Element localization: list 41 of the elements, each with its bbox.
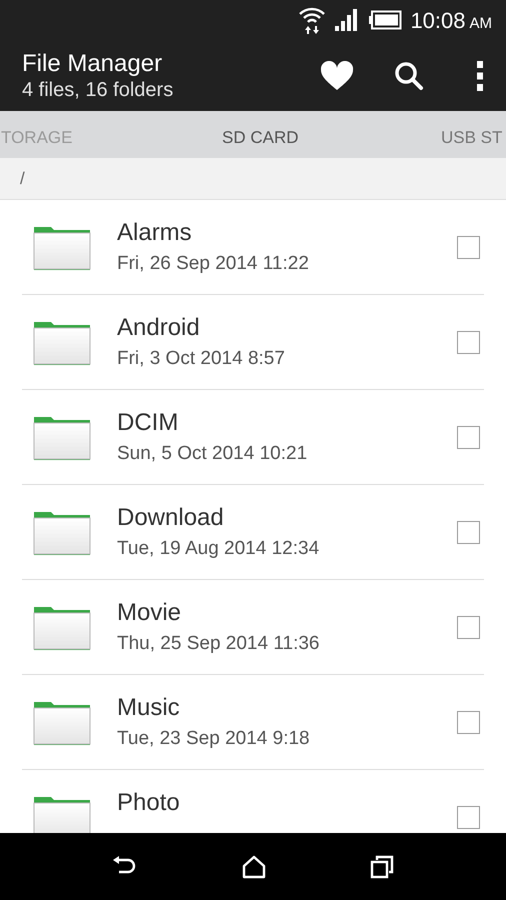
folder-name: Movie [117, 598, 182, 628]
path-breadcrumb[interactable]: / [20, 166, 25, 192]
folder-name: Music [117, 692, 181, 722]
battery-icon [368, 10, 402, 30]
home-icon[interactable] [242, 854, 266, 878]
modified-date: Sun, 5 Oct 2014 10:21 [117, 442, 308, 466]
modified-date: Fri, 26 Sep 2014 11:22 [117, 252, 310, 276]
recent-apps-icon[interactable] [370, 854, 394, 878]
folder-icon [33, 796, 91, 833]
wifi-icon [298, 5, 326, 35]
modified-date: Fri, 3 Oct 2014 8:57 [117, 346, 286, 370]
storage-tab[interactable]: SD CARD [222, 125, 299, 150]
folder-name: Photo [117, 788, 181, 818]
clock-meridiem: AM [470, 14, 492, 34]
folder-name: Download [117, 502, 225, 532]
folder-icon [33, 416, 91, 460]
folder-name: Android [117, 312, 201, 342]
checkbox[interactable] [457, 426, 480, 449]
app-title: File Manager [22, 50, 164, 78]
modified-date: Tue, 19 Aug 2014 12:34 [117, 536, 320, 560]
menu-icon[interactable] [476, 60, 484, 90]
checkbox[interactable] [457, 331, 480, 354]
folder-icon [33, 700, 91, 744]
folder-icon [33, 226, 91, 270]
heart-icon[interactable] [320, 60, 354, 90]
modified-date: Thu, 25 Sep 2014 11:36 [117, 632, 320, 656]
checkbox[interactable] [457, 616, 480, 639]
checkbox[interactable] [457, 711, 480, 734]
folder-icon [33, 510, 91, 554]
clock-time: 10:08 [410, 6, 466, 34]
search-icon[interactable] [394, 60, 424, 90]
folder-icon [33, 320, 91, 364]
storage-tab[interactable]: USB ST [441, 125, 502, 150]
folder-name: DCIM [117, 408, 180, 438]
checkbox[interactable] [457, 236, 480, 259]
folder-name: Alarms [117, 218, 193, 248]
modified-date: Tue, 23 Sep 2014 9:18 [117, 726, 311, 750]
checkbox[interactable] [457, 521, 480, 544]
folder-icon [33, 606, 91, 650]
checkbox[interactable] [457, 806, 480, 829]
folder-summary: 4 files, 16 folders [22, 78, 174, 102]
